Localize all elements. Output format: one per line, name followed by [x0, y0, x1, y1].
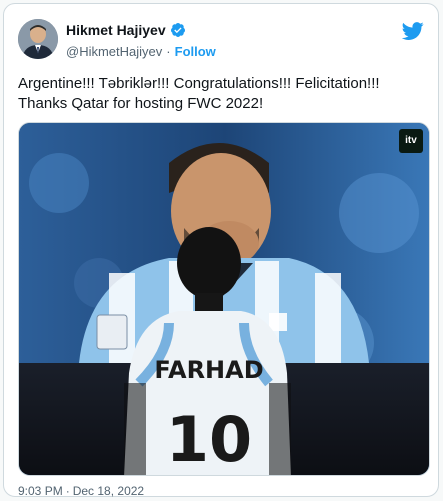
tweet-text-line-1: Argentine!!! Təbriklər!!! Congratulation…: [18, 75, 380, 92]
jersey-number: 10: [166, 403, 252, 476]
jersey-overlay: FARHAD 10: [154, 356, 263, 476]
timestamp-separator: ·: [65, 484, 70, 498]
tweet-text-line-2: Thanks Qatar for hosting FWC 2022!: [18, 95, 264, 112]
author-handle-row: @HikmetHajiyev · Follow: [66, 42, 216, 60]
author-handle[interactable]: @HikmetHajiyev: [66, 44, 162, 59]
avatar[interactable]: [18, 19, 58, 59]
tweet-date: Dec 18, 2022: [72, 484, 145, 498]
jersey-name: FARHAD: [154, 356, 263, 384]
author-name-row: Hikmet Hajiyev: [66, 20, 186, 40]
tweet-text: Argentine!!! Təbriklər!!! Congratulation…: [18, 74, 428, 114]
follow-button[interactable]: Follow: [175, 44, 216, 59]
verified-badge-icon: [170, 22, 186, 38]
tweet-card: Hikmet Hajiyev @HikmetHajiyev · Follow A…: [3, 3, 439, 498]
tweet-photo[interactable]: itv FARHAD 10: [18, 122, 430, 476]
twitter-bird-icon[interactable]: [401, 20, 424, 42]
tweet-timestamp[interactable]: 9:03 PM · Dec 18, 2022: [18, 484, 144, 498]
author-display-name[interactable]: Hikmet Hajiyev: [66, 22, 166, 38]
separator-dot: ·: [166, 43, 171, 59]
tweet-time: 9:03 PM: [18, 484, 63, 498]
